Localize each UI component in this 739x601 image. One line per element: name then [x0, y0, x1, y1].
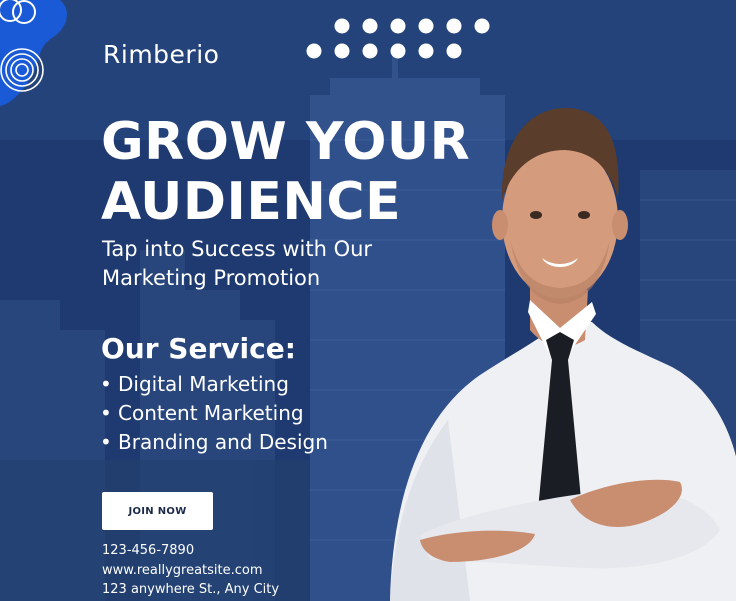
service-item-label: Digital Marketing [118, 372, 289, 396]
service-item: • Digital Marketing [100, 370, 328, 399]
subheadline-line-2: Marketing Promotion [102, 266, 321, 290]
contact-phone: 123-456-7890 [102, 543, 195, 558]
headline-line-2: AUDIENCE [101, 172, 402, 232]
contact-address: 123 anywhere St., Any City [102, 582, 280, 597]
service-item: • Content Marketing [100, 399, 328, 428]
service-title: Our Service: [101, 332, 296, 365]
contact-website: www.reallygreatsite.com [102, 562, 263, 578]
bullet-icon: • [100, 401, 112, 425]
bullet-icon: • [100, 430, 112, 454]
service-item-label: Branding and Design [118, 430, 328, 454]
service-item-label: Content Marketing [118, 401, 304, 425]
subheadline-line-1: Tap into Success with Our [102, 237, 373, 261]
contact-info: 123-456-7890 www.reallygreatsite.com 123… [102, 541, 279, 600]
service-list: • Digital Marketing • Content Marketing • B… [100, 370, 328, 457]
service-item: • Branding and Design [100, 428, 328, 457]
dot-grid-decoration [306, 18, 490, 59]
promo-poster: Rimberio GROW YOUR AUDIENCE Tap into Suc… [0, 0, 739, 601]
bullet-icon: • [100, 372, 112, 396]
join-now-button[interactable]: JOIN NOW [102, 492, 213, 530]
businessman-photo [390, 108, 739, 601]
wave-circles-shape [0, 0, 67, 106]
brand-name: Rimberio [103, 40, 220, 69]
